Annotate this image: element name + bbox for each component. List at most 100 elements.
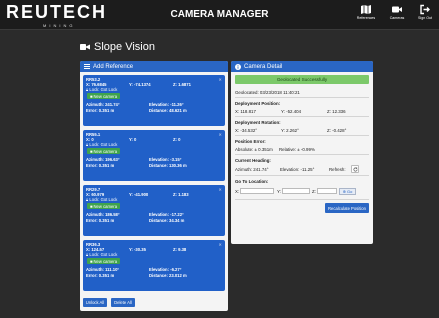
reference-azimuth: Azimuth: 186.58° — [86, 212, 120, 217]
reference-distance: Distance: 34.34 m — [149, 218, 185, 223]
reference-error: Error: 0.351 m — [86, 273, 115, 278]
close-icon[interactable]: ✕ — [218, 77, 222, 82]
position-y: Y: -52.404 — [281, 109, 302, 114]
delete-all-button[interactable]: Delete All — [111, 298, 135, 307]
reference-elevation: Elevation: -6.27° — [149, 267, 182, 272]
reference-distance: Distance: 23.012 m — [149, 273, 187, 278]
refresh-button[interactable] — [351, 165, 359, 173]
nav-references-button[interactable]: References — [354, 4, 378, 28]
reference-azimuth: Azimuth: 111.10° — [86, 267, 120, 272]
reference-elevation: Elevation: -3.15° — [149, 157, 182, 162]
reference-z: Z: 1.6871 — [173, 82, 191, 87]
crosshair-icon: ⊕ — [342, 189, 346, 194]
camera-tag-label: New camera — [93, 203, 118, 209]
go-to-y-label: Y: — [277, 189, 281, 194]
go-to-x-input[interactable] — [240, 188, 274, 194]
heading-azimuth: Azimuth: 241.74° — [235, 167, 269, 172]
reference-lock-status: 🔒︎ Lock: Got Lock — [86, 142, 117, 147]
go-to-z-input[interactable] — [317, 188, 337, 194]
video-camera-icon: ■ — [90, 258, 93, 264]
reference-lock-text: Lock: Got Lock — [89, 252, 118, 257]
reference-card[interactable]: RR55.1 ✕ X: 0 Y: 0 Z: 0 🔒︎ Lock: Got Loc… — [83, 130, 225, 181]
reference-azimuth: Azimuth: 241.74° — [86, 102, 120, 107]
divider — [235, 154, 369, 155]
rotation-y: Y: 2.262° — [281, 128, 299, 133]
close-icon[interactable]: ✕ — [218, 242, 222, 247]
camera-tag-button[interactable]: ■ New camera — [87, 203, 121, 209]
close-icon[interactable]: ✕ — [218, 187, 222, 192]
close-icon[interactable]: ✕ — [218, 132, 222, 137]
heading-elevation: Elevation: -11.25° — [280, 167, 315, 172]
info-icon — [235, 63, 241, 70]
position-x: X: 118.817 — [235, 109, 256, 114]
divider — [235, 97, 369, 98]
lock-icon: 🔒︎ — [86, 87, 89, 92]
camera-tag-label: New camera — [93, 148, 118, 154]
go-to-z-label: Z: — [312, 189, 316, 194]
position-error-label: Position Error: — [235, 139, 266, 144]
lock-icon: 🔒︎ — [86, 197, 89, 202]
reference-lock-text: Lock: Got Lock — [89, 87, 118, 92]
reference-elevation: Elevation: -17.22° — [149, 212, 184, 217]
sign-out-icon — [420, 4, 430, 15]
map-icon — [361, 5, 371, 14]
reference-error: Error: 0.351 m — [86, 163, 115, 168]
deployment-position-label: Deployment Position: — [235, 101, 281, 106]
reference-lock-text: Lock: Got Lock — [89, 197, 118, 202]
camera-tag-label: New camera — [93, 258, 118, 264]
go-button[interactable]: ⊕ Go — [339, 188, 356, 195]
go-to-y-input[interactable] — [282, 188, 310, 194]
page-heading: Slope Vision — [80, 41, 155, 53]
relative-error: Relative: ± -0.99% — [279, 147, 315, 152]
nav-cameras-label: Cameras — [389, 16, 405, 20]
reference-lock-status: 🔒︎ Lock: Got Lock — [86, 87, 117, 92]
video-camera-icon — [392, 6, 402, 13]
camera-detail-panel: Camera Detail Geolocated Successfully Ge… — [231, 61, 373, 244]
reference-z: Z: 1.183 — [173, 192, 189, 197]
refresh-label: Refresh: — [329, 167, 346, 172]
reference-card[interactable]: RR36.3 ✕ X: 124.57 Y: -30.35 Z: 9.38 🔒︎ … — [83, 240, 225, 291]
add-reference-header: Add Reference — [80, 61, 228, 72]
reference-y: Y: -30.35 — [129, 247, 146, 252]
camera-detail-header: Camera Detail — [231, 61, 373, 72]
camera-detail-title: Camera Detail — [244, 63, 283, 70]
video-camera-icon: ■ — [90, 203, 93, 209]
camera-tag-button[interactable]: ■ New camera — [87, 93, 121, 99]
reference-error: Error: 0.351 m — [86, 108, 115, 113]
nav-sign-out-label: Sign Out — [418, 16, 432, 20]
nav-sign-out-button[interactable]: Sign Out — [413, 4, 437, 28]
page-title: Slope Vision — [94, 41, 155, 53]
unlock-all-button[interactable]: Unlock All — [83, 298, 107, 307]
video-camera-icon — [80, 44, 90, 50]
recalculate-position-button[interactable]: Recalculate Position — [325, 203, 369, 213]
reference-z: Z: 9.38 — [173, 247, 187, 252]
position-z: Z: 12.336 — [327, 109, 346, 114]
reference-y: Y: -74.1374 — [129, 82, 151, 87]
nav-cameras-button[interactable]: Cameras — [385, 4, 409, 28]
go-to-location-label: Go To Location: — [235, 179, 269, 184]
absolute-error: Absolute: ± 0.351m — [235, 147, 273, 152]
reference-distance: Distance: 130.36 m — [149, 163, 187, 168]
reference-lock-status: 🔒︎ Lock: Got Lock — [86, 197, 117, 202]
reference-error: Error: 0.351 m — [86, 218, 115, 223]
video-camera-icon: ■ — [90, 148, 93, 154]
reference-card[interactable]: RR29.7 ✕ X: 60.979 Y: -41.900 Z: 1.183 🔒… — [83, 185, 225, 236]
reference-card[interactable]: RR53.2 ✕ X: 76.6845 Y: -74.1374 Z: 1.687… — [83, 75, 225, 126]
list-icon — [84, 64, 90, 69]
go-to-x-label: X: — [235, 189, 240, 194]
rotation-x: X: -34.532° — [235, 128, 258, 133]
add-reference-title: Add Reference — [93, 63, 134, 70]
go-button-label: Go — [347, 189, 353, 194]
camera-tag-button[interactable]: ■ New camera — [87, 258, 121, 264]
camera-tag-label: New camera — [93, 93, 118, 99]
geolocated-timestamp: Geolocated: 03/23/2018 11:40:21 — [235, 90, 300, 95]
reference-z: Z: 0 — [173, 137, 181, 142]
lock-icon: 🔒︎ — [86, 252, 89, 257]
reference-y: Y: -41.900 — [129, 192, 149, 197]
reference-elevation: Elevation: -11.26° — [149, 102, 184, 107]
divider — [235, 199, 369, 200]
add-reference-panel: Add Reference RR53.2 ✕ X: 76.6845 Y: -74… — [80, 61, 228, 311]
reference-lock-status: 🔒︎ Lock: Got Lock — [86, 252, 117, 257]
camera-tag-button[interactable]: ■ New camera — [87, 148, 121, 154]
nav-references-label: References — [356, 16, 376, 20]
